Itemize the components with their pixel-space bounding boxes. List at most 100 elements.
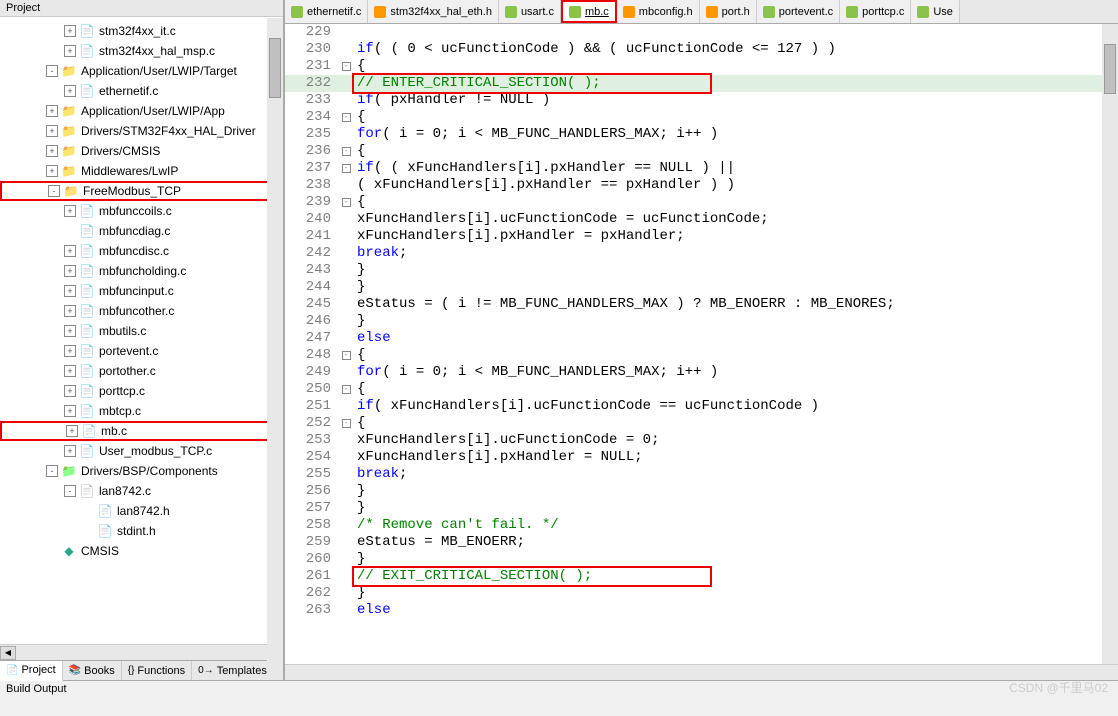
- code-line[interactable]: 251 if( xFuncHandlers[i].ucFunctionCode …: [285, 398, 1118, 415]
- code-line[interactable]: 230 if( ( 0 < ucFunctionCode ) && ( ucFu…: [285, 41, 1118, 58]
- code-editor[interactable]: 229230 if( ( 0 < ucFunctionCode ) && ( u…: [285, 24, 1118, 664]
- tree-toggle-icon[interactable]: +: [46, 145, 58, 157]
- tree-item-mbfuncdisc-c[interactable]: +📄mbfuncdisc.c: [0, 241, 283, 261]
- tree-toggle-icon[interactable]: +: [64, 205, 76, 217]
- tree-item-mbfuncholding-c[interactable]: +📄mbfuncholding.c: [0, 261, 283, 281]
- fold-gutter[interactable]: -: [339, 160, 353, 177]
- tree-toggle-icon[interactable]: -: [46, 465, 58, 477]
- tree-item-stdint-h[interactable]: 📄stdint.h: [0, 521, 283, 541]
- code-line[interactable]: 262 }: [285, 585, 1118, 602]
- code-line[interactable]: 256 }: [285, 483, 1118, 500]
- tree-item-mbfuncinput-c[interactable]: +📄mbfuncinput.c: [0, 281, 283, 301]
- tree-toggle-icon[interactable]: +: [64, 345, 76, 357]
- code-line[interactable]: 229: [285, 24, 1118, 41]
- sidebar-hscroll[interactable]: ◀ ▶: [0, 644, 283, 660]
- code-line[interactable]: 254 xFuncHandlers[i].pxHandler = NULL;: [285, 449, 1118, 466]
- sidebar-vscroll[interactable]: [267, 18, 283, 680]
- scroll-thumb[interactable]: [1104, 44, 1116, 94]
- code-line[interactable]: 234- {: [285, 109, 1118, 126]
- tree-toggle-icon[interactable]: +: [64, 405, 76, 417]
- tree-item-lan8742-c[interactable]: -📄lan8742.c: [0, 481, 283, 501]
- fold-minus-icon[interactable]: -: [342, 113, 351, 122]
- fold-gutter[interactable]: -: [339, 415, 353, 432]
- tree-item-mbfuncother-c[interactable]: +📄mbfuncother.c: [0, 301, 283, 321]
- code-line[interactable]: 232// ENTER_CRITICAL_SECTION( );: [285, 75, 1118, 92]
- tree-item-mbutils-c[interactable]: +📄mbutils.c: [0, 321, 283, 341]
- tree-toggle-icon[interactable]: +: [64, 325, 76, 337]
- code-line[interactable]: 248- {: [285, 347, 1118, 364]
- tree-toggle-icon[interactable]: +: [64, 305, 76, 317]
- tree-item-cmsis[interactable]: ◆CMSIS: [0, 541, 283, 561]
- tree-toggle-icon[interactable]: +: [46, 125, 58, 137]
- code-line[interactable]: 257 }: [285, 500, 1118, 517]
- tree-item-mbfuncdiag-c[interactable]: 📄mbfuncdiag.c: [0, 221, 283, 241]
- fold-minus-icon[interactable]: -: [342, 164, 351, 173]
- tree-item-portother-c[interactable]: +📄portother.c: [0, 361, 283, 381]
- tree-item-middlewares-lwip[interactable]: +📁Middlewares/LwIP: [0, 161, 283, 181]
- editor-tab-porttcp-c[interactable]: porttcp.c: [840, 0, 911, 23]
- code-line[interactable]: 263 else: [285, 602, 1118, 619]
- fold-gutter[interactable]: -: [339, 194, 353, 211]
- tree-item-lan8742-h[interactable]: 📄lan8742.h: [0, 501, 283, 521]
- code-line[interactable]: 242 break;: [285, 245, 1118, 262]
- fold-gutter[interactable]: -: [339, 143, 353, 160]
- tree-toggle-icon[interactable]: -: [64, 485, 76, 497]
- tree-item-application-user-lwip-target[interactable]: -📁Application/User/LWIP/Target: [0, 61, 283, 81]
- tree-item-porttcp-c[interactable]: +📄porttcp.c: [0, 381, 283, 401]
- editor-tab-ethernetif-c[interactable]: ethernetif.c: [285, 0, 368, 23]
- tree-item-application-user-lwip-app[interactable]: +📁Application/User/LWIP/App: [0, 101, 283, 121]
- editor-tab-port-h[interactable]: port.h: [700, 0, 757, 23]
- fold-minus-icon[interactable]: -: [342, 62, 351, 71]
- code-line[interactable]: 243 }: [285, 262, 1118, 279]
- code-line[interactable]: 239- {: [285, 194, 1118, 211]
- code-line[interactable]: 245 eStatus = ( i != MB_FUNC_HANDLERS_MA…: [285, 296, 1118, 313]
- tree-item-stm32f4xx-it-c[interactable]: +📄stm32f4xx_it.c: [0, 21, 283, 41]
- sidebar-tab-templates[interactable]: 0→Templates: [192, 661, 274, 680]
- tree-item-portevent-c[interactable]: +📄portevent.c: [0, 341, 283, 361]
- tree-toggle-icon[interactable]: +: [46, 165, 58, 177]
- fold-gutter[interactable]: -: [339, 347, 353, 364]
- sidebar-tab-books[interactable]: 📚Books: [63, 661, 122, 680]
- code-line[interactable]: 249 for( i = 0; i < MB_FUNC_HANDLERS_MAX…: [285, 364, 1118, 381]
- tree-toggle-icon[interactable]: +: [64, 445, 76, 457]
- fold-minus-icon[interactable]: -: [342, 385, 351, 394]
- tree-item-mbtcp-c[interactable]: +📄mbtcp.c: [0, 401, 283, 421]
- code-line[interactable]: 253 xFuncHandlers[i].ucFunctionCode = 0;: [285, 432, 1118, 449]
- sidebar-tab-project[interactable]: 📄Project: [0, 661, 63, 681]
- fold-minus-icon[interactable]: -: [342, 351, 351, 360]
- code-line[interactable]: 255 break;: [285, 466, 1118, 483]
- tree-toggle-icon[interactable]: +: [64, 265, 76, 277]
- tree-toggle-icon[interactable]: +: [64, 285, 76, 297]
- scroll-thumb[interactable]: [269, 38, 281, 98]
- tree-item-drivers-bsp-components[interactable]: -📁Drivers/BSP/Components: [0, 461, 283, 481]
- editor-hscroll[interactable]: [285, 664, 1118, 680]
- code-line[interactable]: 260 }: [285, 551, 1118, 568]
- editor-tab-usart-c[interactable]: usart.c: [499, 0, 561, 23]
- code-line[interactable]: 244 }: [285, 279, 1118, 296]
- tree-item-mbfunccoils-c[interactable]: +📄mbfunccoils.c: [0, 201, 283, 221]
- code-line[interactable]: 233 if( pxHandler != NULL ): [285, 92, 1118, 109]
- sidebar-tab-functions[interactable]: {}Functions: [122, 661, 192, 680]
- tree-item-drivers-stm32f4xx-hal-driver[interactable]: +📁Drivers/STM32F4xx_HAL_Driver: [0, 121, 283, 141]
- code-line[interactable]: 247 else: [285, 330, 1118, 347]
- code-line[interactable]: 258 /* Remove can't fail. */: [285, 517, 1118, 534]
- code-line[interactable]: 259 eStatus = MB_ENOERR;: [285, 534, 1118, 551]
- fold-gutter[interactable]: -: [339, 381, 353, 398]
- tree-item-mb-c[interactable]: +📄mb.c: [0, 421, 283, 441]
- tree-toggle-icon[interactable]: +: [64, 245, 76, 257]
- fold-gutter[interactable]: -: [339, 58, 353, 75]
- code-line[interactable]: 240 xFuncHandlers[i].ucFunctionCode = uc…: [285, 211, 1118, 228]
- editor-tab-mb-c[interactable]: mb.c: [561, 0, 617, 23]
- fold-minus-icon[interactable]: -: [342, 147, 351, 156]
- editor-vscroll[interactable]: [1102, 24, 1118, 664]
- code-line[interactable]: 238 ( xFuncHandlers[i].pxHandler == pxHa…: [285, 177, 1118, 194]
- code-line[interactable]: 236- {: [285, 143, 1118, 160]
- tree-toggle-icon[interactable]: +: [64, 45, 76, 57]
- tree-toggle-icon[interactable]: -: [48, 185, 60, 197]
- code-line[interactable]: 231- {: [285, 58, 1118, 75]
- tree-item-ethernetif-c[interactable]: +📄ethernetif.c: [0, 81, 283, 101]
- editor-tab-mbconfig-h[interactable]: mbconfig.h: [617, 0, 700, 23]
- code-line[interactable]: 241 xFuncHandlers[i].pxHandler = pxHandl…: [285, 228, 1118, 245]
- tree-item-drivers-cmsis[interactable]: +📁Drivers/CMSIS: [0, 141, 283, 161]
- tree-toggle-icon[interactable]: -: [46, 65, 58, 77]
